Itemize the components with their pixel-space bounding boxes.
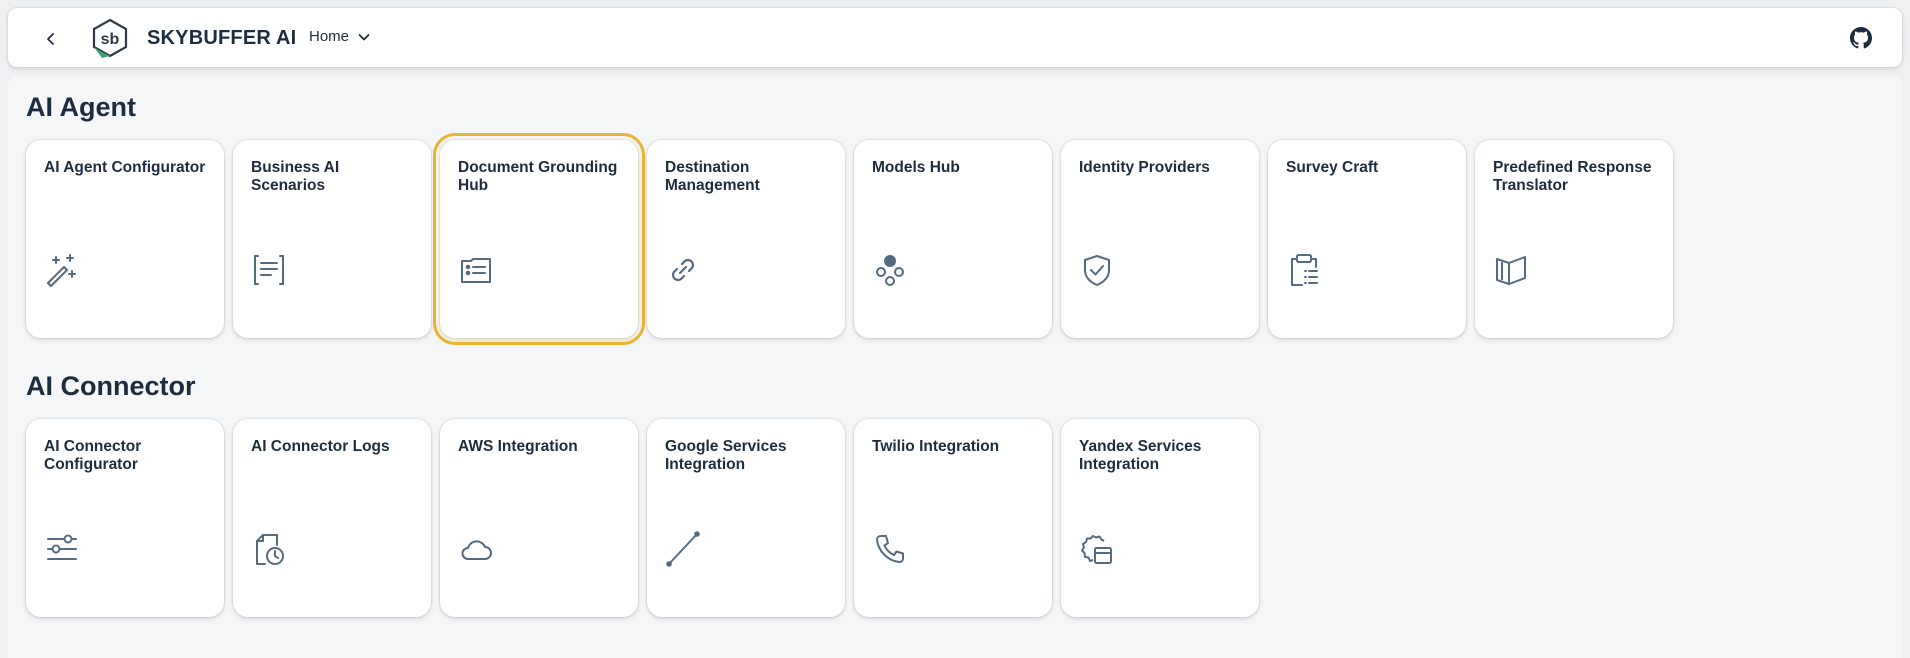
shield-check-icon — [1079, 252, 1115, 288]
open-book-icon — [1493, 252, 1529, 288]
id-card-list-icon — [458, 252, 494, 288]
gear-window-icon — [1079, 531, 1115, 567]
tile-title: Business AI Scenarios — [251, 159, 340, 194]
line-segment-icon — [665, 531, 701, 567]
launchpad-content: AI Agent AI Agent Configurator Business … — [8, 76, 1902, 658]
back-button[interactable] — [34, 24, 68, 54]
tile-destination-management[interactable]: Destination Management — [647, 140, 845, 338]
magic-wand-icon — [44, 252, 80, 288]
document-text-icon — [251, 252, 287, 288]
shell-bar: sb SKYBUFFER AI Home — [8, 8, 1902, 67]
tile-title: Identity Providers — [1079, 159, 1210, 176]
tile-title: Models Hub — [872, 159, 960, 176]
tile-ai-agent-configurator[interactable]: AI Agent Configurator — [26, 140, 224, 338]
tile-title: AI Connector Configurator — [44, 438, 142, 473]
tile-survey-craft[interactable]: Survey Craft — [1268, 140, 1466, 338]
document-clock-icon — [251, 531, 287, 567]
tile-title: Google Services Integration — [665, 438, 787, 473]
ai-connector-tiles: AI Connector Configurator AI Connector L… — [26, 419, 1259, 617]
tile-ai-connector-configurator[interactable]: AI Connector Configurator — [26, 419, 224, 617]
section-title-ai-connector: AI Connector — [26, 371, 196, 401]
tile-title: Document Grounding Hub — [458, 159, 618, 194]
network-nodes-icon — [872, 252, 908, 288]
tile-title: AI Agent Configurator — [44, 159, 206, 176]
tile-title: Predefined Response Translator — [1493, 159, 1652, 194]
tile-models-hub[interactable]: Models Hub — [854, 140, 1052, 338]
section-title-ai-agent: AI Agent — [26, 92, 136, 122]
tile-title: Twilio Integration — [872, 438, 1000, 455]
sliders-icon — [44, 531, 80, 567]
tile-identity-providers[interactable]: Identity Providers — [1061, 140, 1259, 338]
nav-menu-label: Home — [309, 28, 350, 45]
link-icon — [665, 252, 701, 288]
tile-document-grounding-hub[interactable]: Document Grounding Hub — [433, 133, 645, 345]
tile-predefined-response-translator[interactable]: Predefined Response Translator — [1475, 140, 1673, 338]
tile-twilio-integration[interactable]: Twilio Integration — [854, 419, 1052, 617]
tile-title: Survey Craft — [1286, 159, 1379, 176]
tile-title: AI Connector Logs — [251, 438, 390, 455]
logo-text: sb — [101, 31, 120, 48]
tile-ai-connector-logs[interactable]: AI Connector Logs — [233, 419, 431, 617]
tile-google-services-integration[interactable]: Google Services Integration — [647, 419, 845, 617]
cloud-icon — [458, 531, 494, 567]
clipboard-list-icon — [1286, 252, 1322, 288]
github-icon[interactable] — [1850, 27, 1872, 49]
tile-title: Destination Management — [665, 159, 760, 194]
brand-title: SKYBUFFER AI — [147, 27, 297, 49]
skybuffer-logo[interactable]: sb — [88, 17, 132, 61]
ai-agent-tiles: AI Agent Configurator Business AI Scenar… — [26, 133, 1673, 345]
tile-aws-integration[interactable]: AWS Integration — [440, 419, 638, 617]
chevron-down-icon — [358, 33, 370, 40]
phone-icon — [872, 531, 908, 567]
home-nav-menu[interactable]: Home — [309, 28, 371, 45]
chevron-left-icon — [47, 33, 54, 45]
tile-business-ai-scenarios[interactable]: Business AI Scenarios — [233, 140, 431, 338]
tile-yandex-services-integration[interactable]: Yandex Services Integration — [1061, 419, 1259, 617]
tile-title: AWS Integration — [458, 438, 578, 455]
tile-title: Yandex Services Integration — [1079, 438, 1202, 473]
